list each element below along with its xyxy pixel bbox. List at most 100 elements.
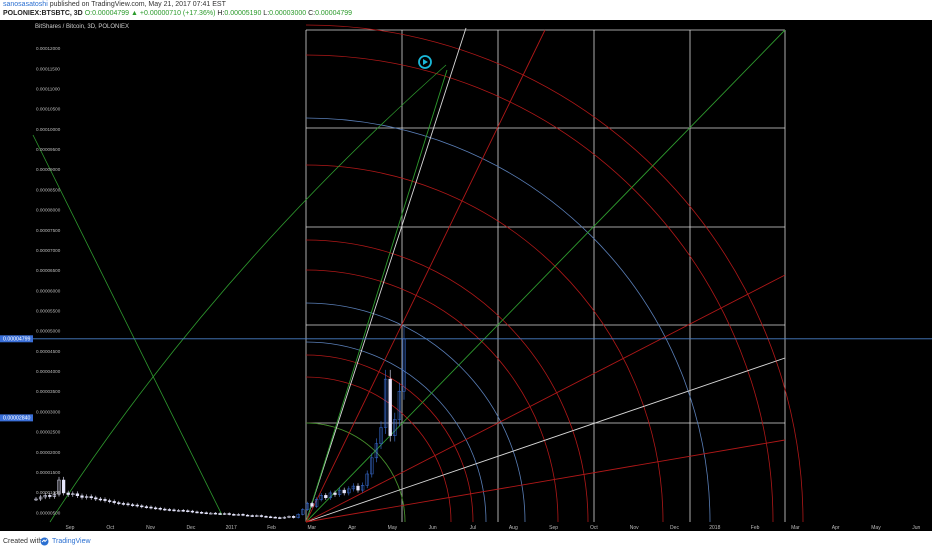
candle-body [259, 515, 264, 517]
author-link[interactable]: sanosasatoshi [3, 1, 48, 8]
candle-body [167, 509, 172, 511]
candle-body [75, 493, 80, 497]
x-tick-label: Apr [348, 525, 356, 531]
footer: Created with TradingView [0, 534, 932, 550]
candle-body [190, 510, 195, 513]
y-tick-label: 0.00005000 [36, 329, 61, 334]
gann-arc-blue [305, 117, 711, 523]
chart-title: BitShares / Bitcoin, 3D, POLONIEX [35, 24, 129, 30]
x-tick-label: Feb [751, 525, 760, 531]
x-tick-label: Nov [630, 525, 639, 531]
last-price-badge: 0.00004799 [0, 335, 33, 343]
secondary-price-badge: 0.00002840 [0, 414, 33, 422]
x-tick-label: Feb [267, 525, 276, 531]
y-tick-label: 0.00007500 [36, 228, 61, 233]
x-tick-label: Oct [590, 525, 598, 531]
candle-body [103, 499, 107, 501]
candle-body [144, 506, 149, 508]
x-tick-label: Mar [791, 525, 800, 531]
candle-body [278, 517, 282, 519]
candle-body [356, 485, 360, 491]
gann-arc-red [305, 164, 664, 523]
gann-fan-line-white [305, 357, 786, 523]
x-tick-label: Sep [549, 525, 558, 531]
candle-body [98, 498, 103, 501]
high-value: 0.00005190 [224, 10, 262, 17]
x-axis: Sep Oct Nov Dec 2017 Feb Mar Apr May Jun Jul Aug Sep… [66, 525, 921, 531]
candle-body [80, 495, 84, 498]
candle-body [324, 495, 328, 499]
candle-body [121, 503, 126, 505]
y-tick-label: 0.00002000 [36, 450, 61, 455]
x-tick-label: Mar [307, 525, 316, 531]
candle-body [158, 508, 162, 510]
price-chart[interactable]: BitShares / Bitcoin, 3D, POLONIEX 0.0000… [0, 20, 932, 531]
tradingview-logo-icon [40, 537, 49, 546]
candle-body [186, 510, 190, 512]
x-tick-label: Dec [670, 525, 679, 531]
candle-body [149, 506, 153, 509]
candle-body [135, 504, 139, 507]
created-with-label: Created with [3, 538, 43, 545]
candle-body [126, 503, 130, 506]
candle-body [153, 507, 158, 510]
tradingview-link[interactable]: TradingView [52, 538, 91, 545]
y-tick-label: 0.00009000 [36, 167, 61, 172]
y-tick-label: 0.00002500 [36, 430, 61, 435]
candle-body [273, 516, 277, 519]
change-value: ▲ +0.00000710 (+17.36%) [131, 10, 216, 17]
y-tick-label: 0.00001500 [36, 470, 61, 475]
symbol-label: POLONIEX:BTSBTC, 3D [3, 10, 83, 17]
y-tick-label: 0.00007000 [36, 248, 61, 253]
open-value: 0.00004799 [92, 10, 130, 17]
candle-body [199, 512, 204, 514]
publish-info: published on TradingView.com, May 21, 20… [49, 1, 226, 8]
candle-body [94, 497, 98, 500]
candle-body [241, 514, 245, 516]
replay-button[interactable] [418, 55, 432, 69]
x-tick-label: Jun [912, 525, 920, 531]
candle-body [310, 503, 314, 507]
y-tick-label: 0.00003000 [36, 409, 61, 414]
gann-arc-red [305, 269, 559, 523]
last-price-badge-text: 0.00004799 [3, 337, 31, 343]
gann-arcs [305, 24, 804, 523]
x-tick-label: May [871, 525, 881, 531]
candle-body [107, 500, 112, 502]
candle-body [250, 515, 254, 517]
candle-body [268, 516, 273, 519]
y-tick-label: 0.00008000 [36, 208, 61, 213]
x-tick-label: Jun [429, 525, 437, 531]
candle-body [48, 495, 52, 497]
gann-fan-line-red [305, 29, 546, 523]
candle-body [264, 516, 268, 518]
candle-body [181, 510, 185, 512]
y-tick-label: 0.00004000 [36, 369, 61, 374]
candle-body [172, 509, 176, 512]
candle-body [140, 505, 144, 508]
candle-body [342, 489, 346, 494]
publish-line: sanosasatoshi published on TradingView.c… [3, 1, 226, 8]
ohlc-line: POLONIEX:BTSBTC, 3D O:0.00004799 ▲ +0.00… [3, 10, 352, 17]
gann-arc-red [305, 239, 589, 523]
y-tick-label: 0.00009500 [36, 147, 61, 152]
y-tick-label: 0.00010000 [36, 127, 61, 132]
x-tick-label: Sep [66, 525, 75, 531]
y-tick-label: 0.00004500 [36, 349, 61, 354]
candle-body [213, 512, 218, 515]
candle-body [163, 508, 167, 511]
low-value: 0.00003000 [269, 10, 307, 17]
secondary-price-badge-text: 0.00002840 [3, 416, 31, 422]
candle-body [66, 492, 70, 495]
candle-body [130, 504, 135, 506]
candle-body [333, 492, 337, 495]
chart-area[interactable]: BitShares / Bitcoin, 3D, POLONIEX 0.0000… [0, 20, 932, 531]
candle-body [218, 513, 222, 515]
y-tick-label: 0.00011000 [36, 87, 60, 92]
candle-body [291, 516, 296, 518]
x-tick-label: Oct [106, 525, 114, 531]
y-axis: 0.00000500 0.00001000 0.00001500 0.00002000… [36, 46, 61, 515]
y-tick-label: 0.00010500 [36, 107, 61, 112]
y-tick-label: 0.00001000 [36, 490, 61, 495]
y-tick-label: 0.00005500 [36, 309, 61, 314]
